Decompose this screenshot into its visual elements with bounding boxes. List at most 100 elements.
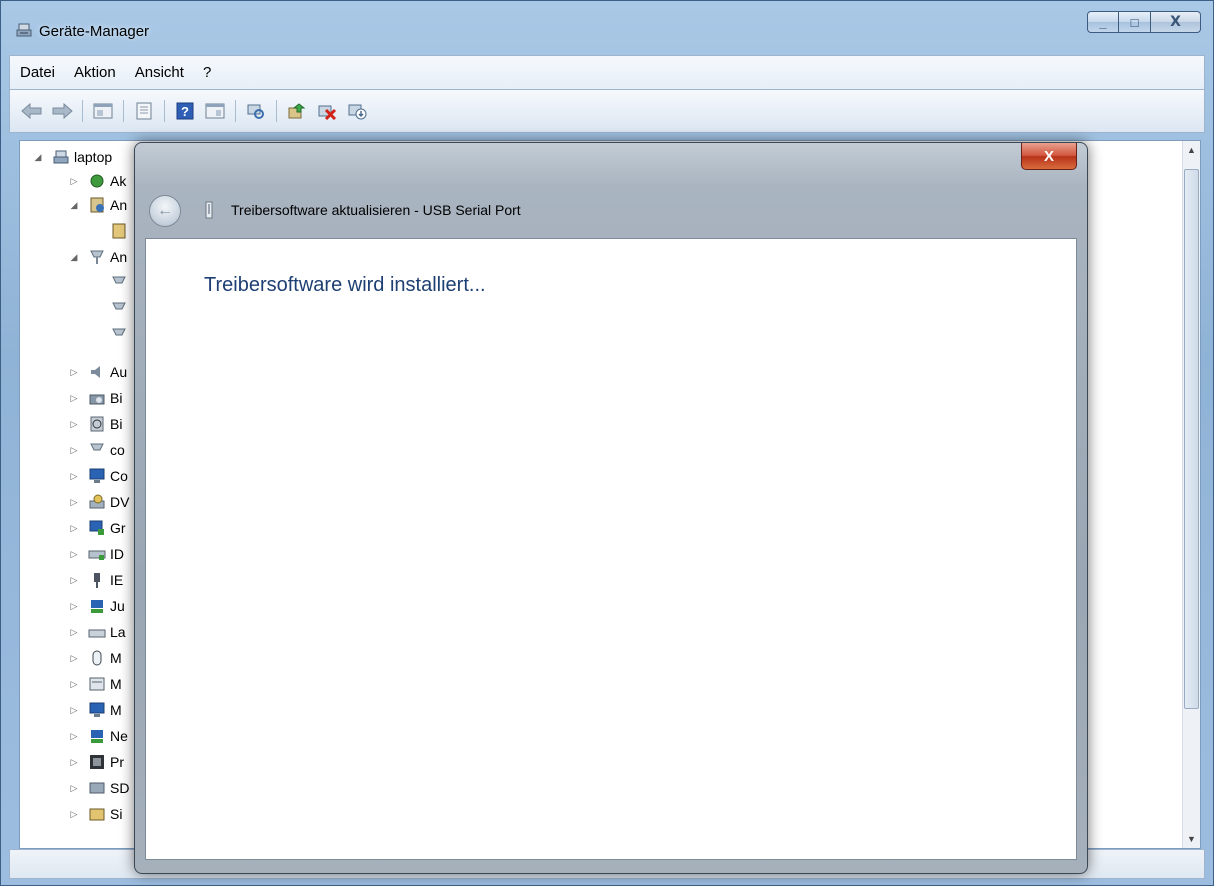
tree-item-label: Au xyxy=(110,364,128,380)
tree-item[interactable]: ◢ An xyxy=(68,195,128,215)
expand-icon: ▷ xyxy=(70,626,78,637)
expand-icon: ▷ xyxy=(70,548,78,559)
tree-root[interactable]: ◢ laptop xyxy=(32,147,113,167)
port-icon xyxy=(90,250,104,264)
scan-hardware-icon xyxy=(247,104,264,119)
menu-aktion[interactable]: Aktion xyxy=(74,64,116,81)
expand-icon: ▷ xyxy=(70,808,78,819)
update-driver-dialog: X ← Treibersoftware aktualisieren - USB … xyxy=(134,142,1088,874)
help-icon: ? xyxy=(176,102,194,120)
tree-item[interactable]: ▷ Si xyxy=(68,804,123,824)
minimize-button[interactable]: _ xyxy=(1087,11,1119,33)
tree-item-label: co xyxy=(110,442,125,458)
display-adapter-icon xyxy=(89,520,104,535)
speaker-icon xyxy=(91,366,100,378)
port-icon xyxy=(112,302,126,310)
minimize-icon: _ xyxy=(1099,14,1107,30)
caption-buttons: _ □ X xyxy=(1087,11,1201,35)
scan-hardware-button[interactable] xyxy=(244,99,268,123)
update-driver-icon xyxy=(288,103,306,119)
help-button[interactable]: ? xyxy=(173,99,197,123)
window-title: Geräte-Manager xyxy=(39,23,150,40)
show-hide-tree-button[interactable] xyxy=(91,99,115,123)
tree-item-label: Pr xyxy=(110,754,124,770)
scroll-down-icon[interactable]: ▼ xyxy=(1183,834,1200,844)
tree-item-label: DV xyxy=(110,494,130,510)
title-bar[interactable]: Geräte-Manager _ □ X xyxy=(1,1,1213,47)
back-button[interactable] xyxy=(20,99,44,123)
disable-device-icon xyxy=(348,104,367,120)
tree-item[interactable]: ▷ IE xyxy=(68,570,123,590)
tree-item[interactable]: ▷ Ak xyxy=(68,171,127,191)
tree-item-label: M xyxy=(110,676,122,692)
ide-controller-icon xyxy=(88,550,106,560)
tree-item[interactable] xyxy=(102,299,132,319)
expand-icon: ▷ xyxy=(70,522,78,533)
disable-device-button[interactable] xyxy=(345,99,369,123)
menu-ansicht[interactable]: Ansicht xyxy=(135,64,184,81)
drive-icon xyxy=(88,629,106,638)
tree-item-label: La xyxy=(110,624,126,640)
tree-item[interactable]: ▷ M xyxy=(68,674,122,694)
maximize-button[interactable]: □ xyxy=(1119,11,1151,33)
tree-item[interactable]: ▷ ID xyxy=(68,544,124,564)
tree-item[interactable]: ▷ Ne xyxy=(68,726,128,746)
expand-icon: ▷ xyxy=(70,678,78,689)
update-driver-button[interactable] xyxy=(285,99,309,123)
tree-item-label: Si xyxy=(110,806,123,822)
tree-item[interactable]: ▷ La xyxy=(68,622,126,642)
tree-item[interactable]: ▷ SD xyxy=(68,778,130,798)
tree-item[interactable]: ▷ Gr xyxy=(68,518,126,538)
properties-icon xyxy=(136,102,152,120)
dialog-content: Treibersoftware wird installiert... xyxy=(145,238,1077,860)
installing-heading: Treibersoftware wird installiert... xyxy=(204,274,486,296)
dialog-back-button[interactable]: ← xyxy=(149,195,181,227)
tree-item[interactable]: ▷ DV xyxy=(68,492,130,512)
scroll-thumb[interactable] xyxy=(1184,169,1199,709)
tree-item[interactable]: ▷ Pr xyxy=(68,752,124,772)
menu-bar: Datei Aktion Ansicht ? xyxy=(9,55,1205,89)
tree-item[interactable]: ▷ Au xyxy=(68,362,128,382)
expand-icon: ▷ xyxy=(70,756,78,767)
uninstall-icon xyxy=(318,105,337,120)
unknown-device-icon xyxy=(90,197,104,213)
tree-item[interactable]: ▷ Ju xyxy=(68,596,125,616)
vertical-scrollbar[interactable]: ▲ ▼ xyxy=(1182,141,1200,848)
tree-item[interactable]: ▷ M xyxy=(68,648,122,668)
menu-datei[interactable]: Datei xyxy=(20,64,55,81)
port-icon xyxy=(112,276,126,284)
expand-icon: ▷ xyxy=(70,470,78,481)
properties-button[interactable] xyxy=(132,99,156,123)
tree-item[interactable] xyxy=(102,325,132,345)
tree-item-label: M xyxy=(110,650,122,666)
tree-item[interactable]: ▷ M xyxy=(68,700,122,720)
forward-button[interactable] xyxy=(50,99,74,123)
tree-item-label: Ak xyxy=(110,173,127,189)
tree-item[interactable]: ▷ Bi xyxy=(68,414,123,434)
uninstall-button[interactable] xyxy=(315,99,339,123)
expand-icon: ▷ xyxy=(70,392,78,403)
tree-item[interactable] xyxy=(102,273,132,293)
menu-help[interactable]: ? xyxy=(203,64,211,81)
tree-item[interactable]: ◢ An xyxy=(68,247,128,267)
action-pane-icon xyxy=(205,103,225,119)
dialog-close-button[interactable]: X xyxy=(1021,143,1077,170)
close-button[interactable]: X xyxy=(1151,11,1201,33)
tree-item-label: Bi xyxy=(110,390,123,406)
tree-item[interactable]: ▷ Bi xyxy=(68,388,123,408)
expand-icon: ▷ xyxy=(70,366,78,377)
scroll-up-icon[interactable]: ▲ xyxy=(1183,145,1200,155)
expand-icon: ▷ xyxy=(70,704,78,715)
network-adapter-icon xyxy=(91,730,103,743)
usb-port-icon xyxy=(205,201,213,219)
maximize-icon: □ xyxy=(1130,14,1139,30)
expand-icon: ▷ xyxy=(70,782,78,793)
mouse-icon xyxy=(92,650,102,666)
expand-icon: ▷ xyxy=(70,652,78,663)
tree-item[interactable]: ▷ Co xyxy=(68,466,128,486)
tree-item[interactable]: ▷ co xyxy=(68,440,125,460)
collapse-icon: ◢ xyxy=(70,199,78,210)
action-pane-button[interactable] xyxy=(203,99,227,123)
tree-item[interactable] xyxy=(102,221,132,241)
toolbar-separator xyxy=(276,100,277,122)
